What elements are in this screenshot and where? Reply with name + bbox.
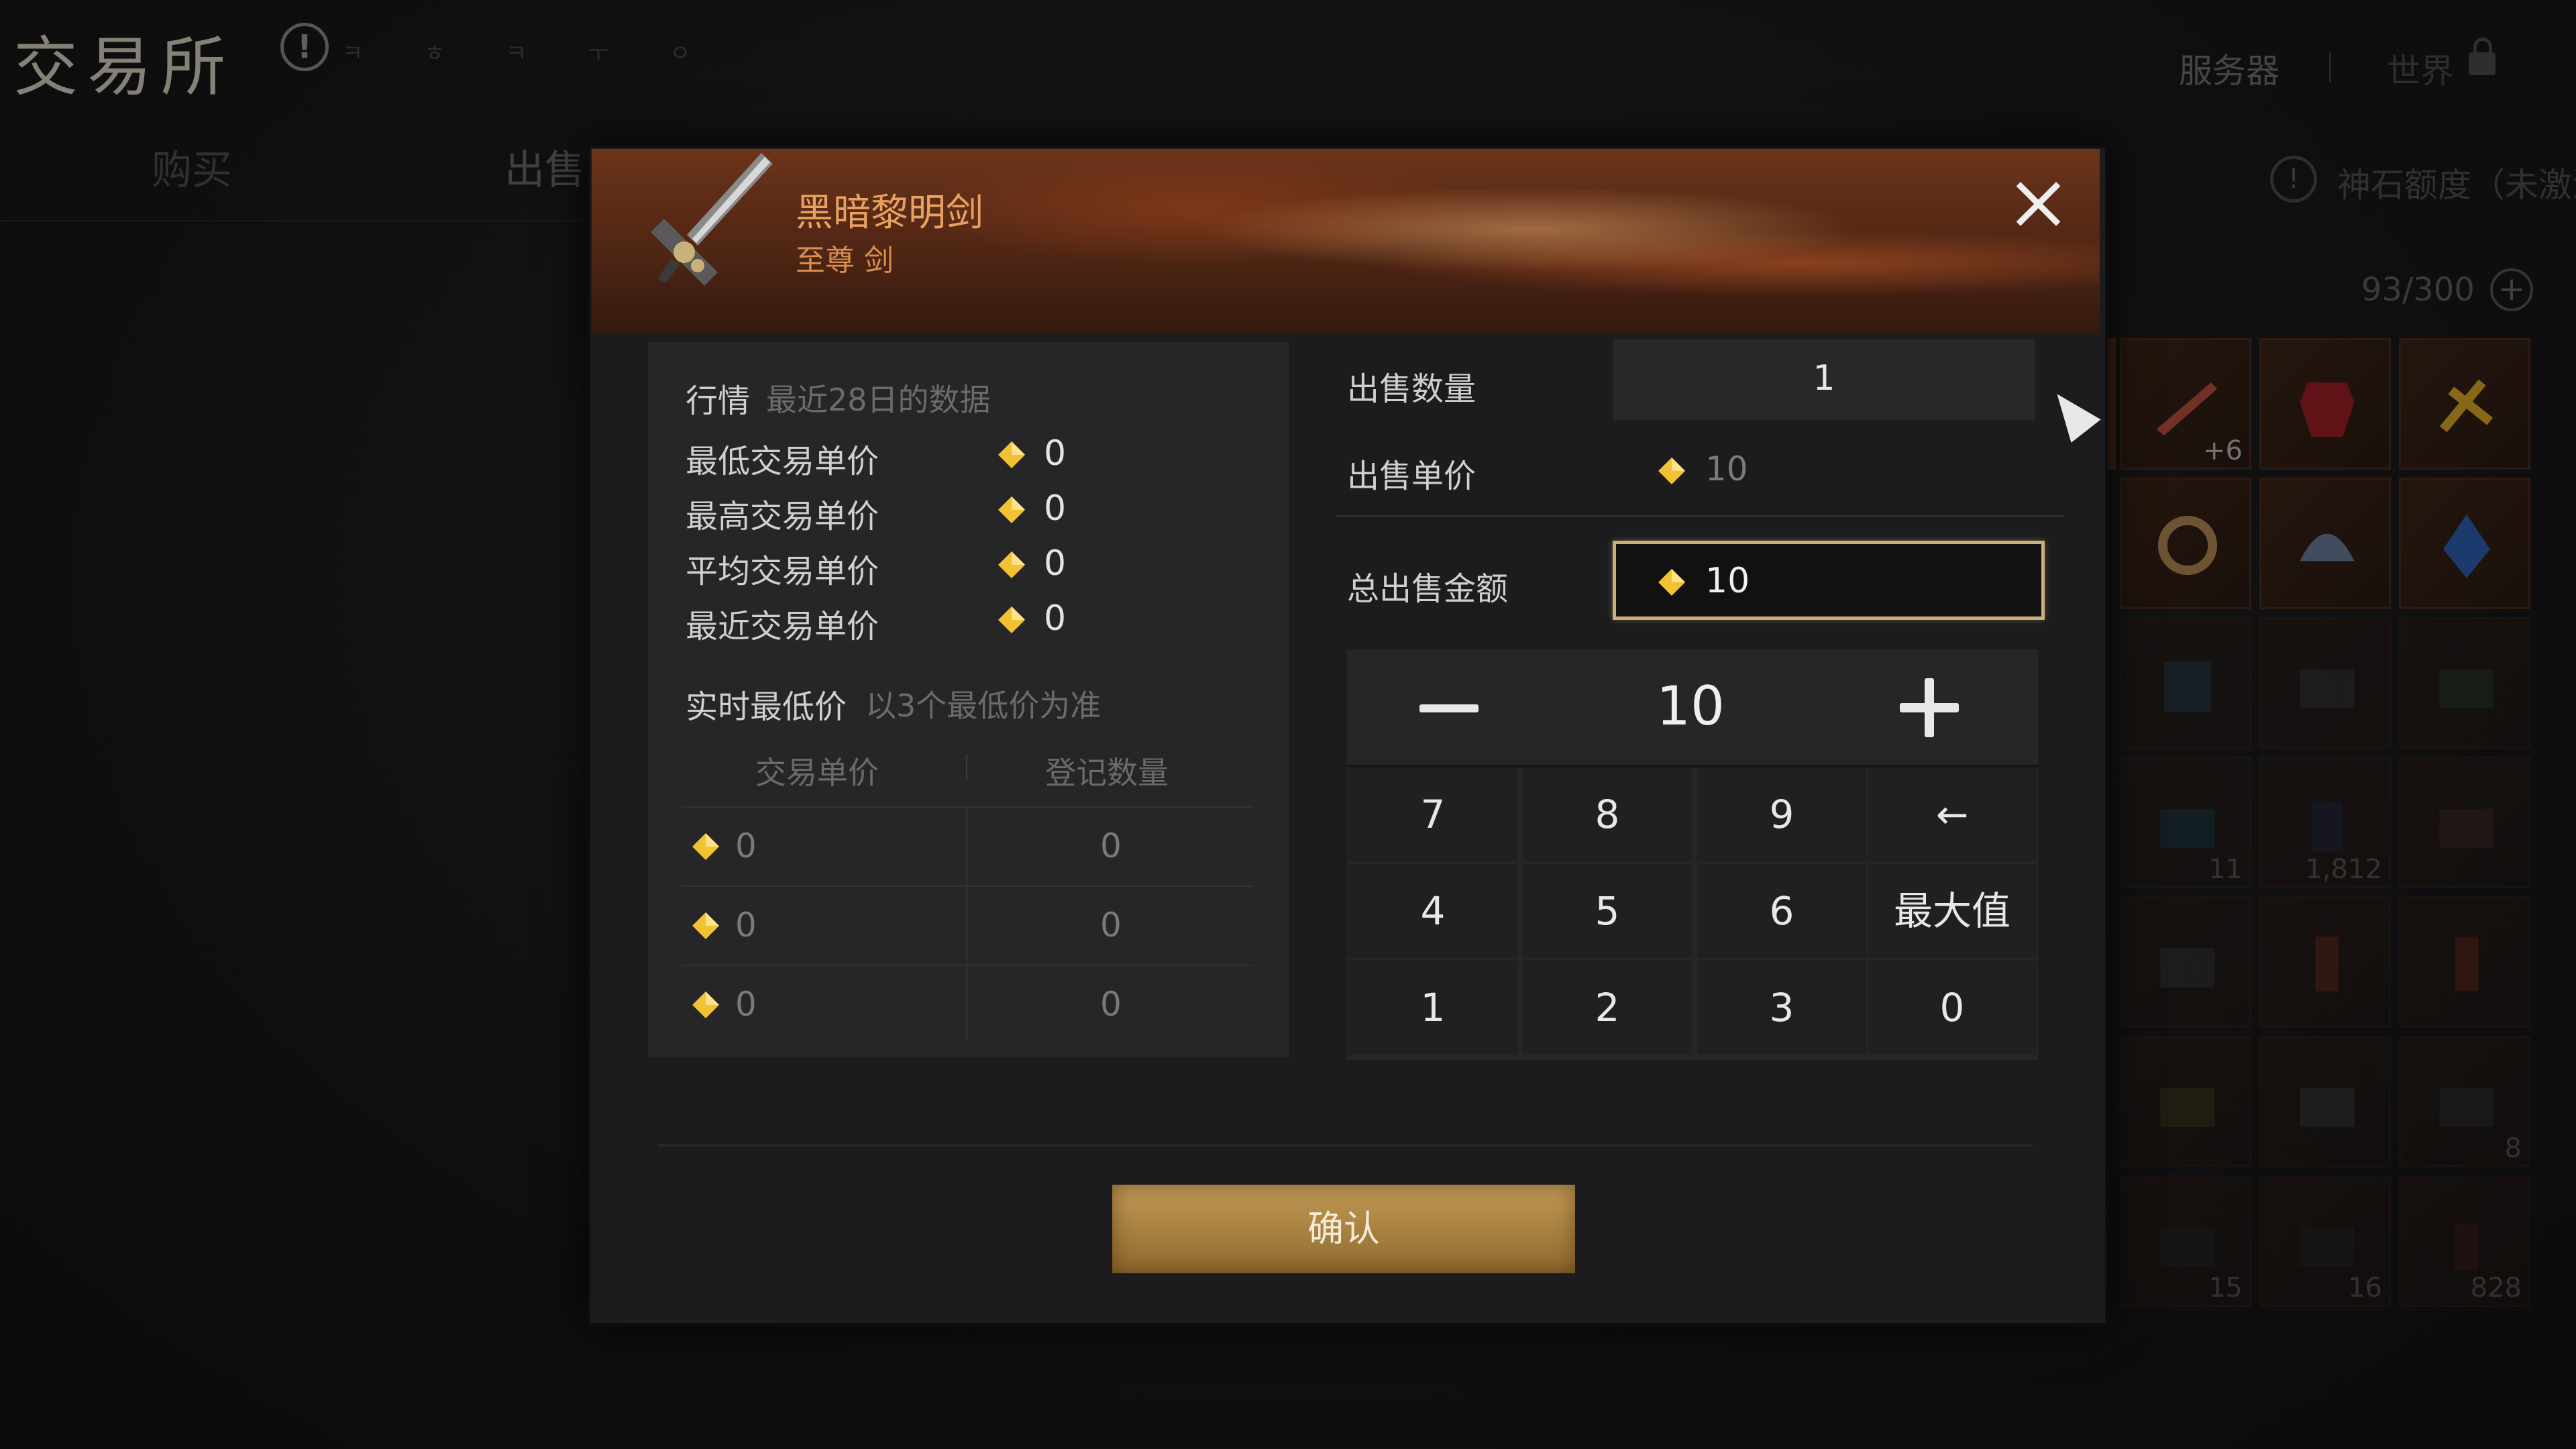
max-price-value: 0 [1044,488,1067,529]
recent-price-value: 0 [1044,598,1067,639]
diamond-icon [998,441,1025,468]
key-2[interactable]: 2 [1523,961,1692,1055]
max-price-label: 最高交易单价 [686,498,879,535]
min-price-label: 最低交易单价 [686,443,879,480]
diamond-icon [998,496,1025,523]
diamond-icon [998,551,1025,578]
close-icon[interactable] [2006,172,2070,236]
market-header-note: 最近28日的数据 [766,382,991,418]
row-price: 0 [735,826,757,865]
item-type: 至尊 剑 [796,244,894,278]
key-4[interactable]: 4 [1348,864,1517,958]
row-qty: 0 [1100,826,1122,865]
sell-qty-value[interactable]: 1 [1613,358,2035,398]
total-label: 总出售金额 [1347,570,1509,608]
unit-price-value: 10 [1705,449,1748,488]
diamond-icon [998,606,1025,633]
col-header-price: 交易单价 [755,755,879,791]
recent-price-label: 最近交易单价 [686,608,879,645]
plus-icon[interactable] [1925,678,1934,737]
diamond-icon [692,991,719,1018]
key-1[interactable]: 1 [1348,961,1517,1055]
market-header: 行情 [686,382,751,420]
diamond-icon [1658,458,1685,484]
unit-price-label: 出售单价 [1347,458,1477,495]
key-8[interactable]: 8 [1523,767,1692,861]
key-9[interactable]: 9 [1697,767,1866,861]
diamond-icon [692,912,719,939]
key-6[interactable]: 6 [1697,864,1866,958]
row-price: 0 [735,985,757,1024]
row-price: 0 [735,906,757,945]
total-amount-value: 10 [1705,561,1750,601]
diamond-icon [692,833,719,860]
sell-qty-label: 出售数量 [1347,370,1477,408]
header-divider [966,754,967,780]
avg-price-label: 平均交易单价 [686,553,879,590]
confirm-button[interactable]: 确认 [1112,1185,1575,1273]
diamond-icon [1658,569,1685,596]
key-0[interactable]: 0 [1868,961,2037,1055]
max-value-key[interactable]: 最大值 [1868,864,2037,958]
key-7[interactable]: 7 [1348,767,1517,861]
section-divider [1336,515,2063,517]
key-3[interactable]: 3 [1697,961,1866,1055]
min-price-value: 0 [1044,433,1067,474]
footer-divider [657,1144,2033,1146]
stepper-value: 10 [1656,675,1725,737]
table-row [682,966,1253,1044]
avg-price-value: 0 [1044,543,1067,584]
table-row [682,808,1253,885]
realtime-note: 以3个最低价为准 [865,688,1102,724]
table-row [682,887,1253,965]
row-qty: 0 [1100,906,1122,945]
row-qty: 0 [1100,985,1122,1024]
item-name: 黑暗黎明剑 [796,191,983,235]
decrease-button[interactable] [1419,704,1479,712]
realtime-title: 实时最低价 [686,688,847,726]
col-header-qty: 登记数量 [1045,755,1169,791]
sword-icon [651,153,773,286]
backspace-key[interactable]: ← [1868,767,2037,861]
key-5[interactable]: 5 [1523,864,1692,958]
